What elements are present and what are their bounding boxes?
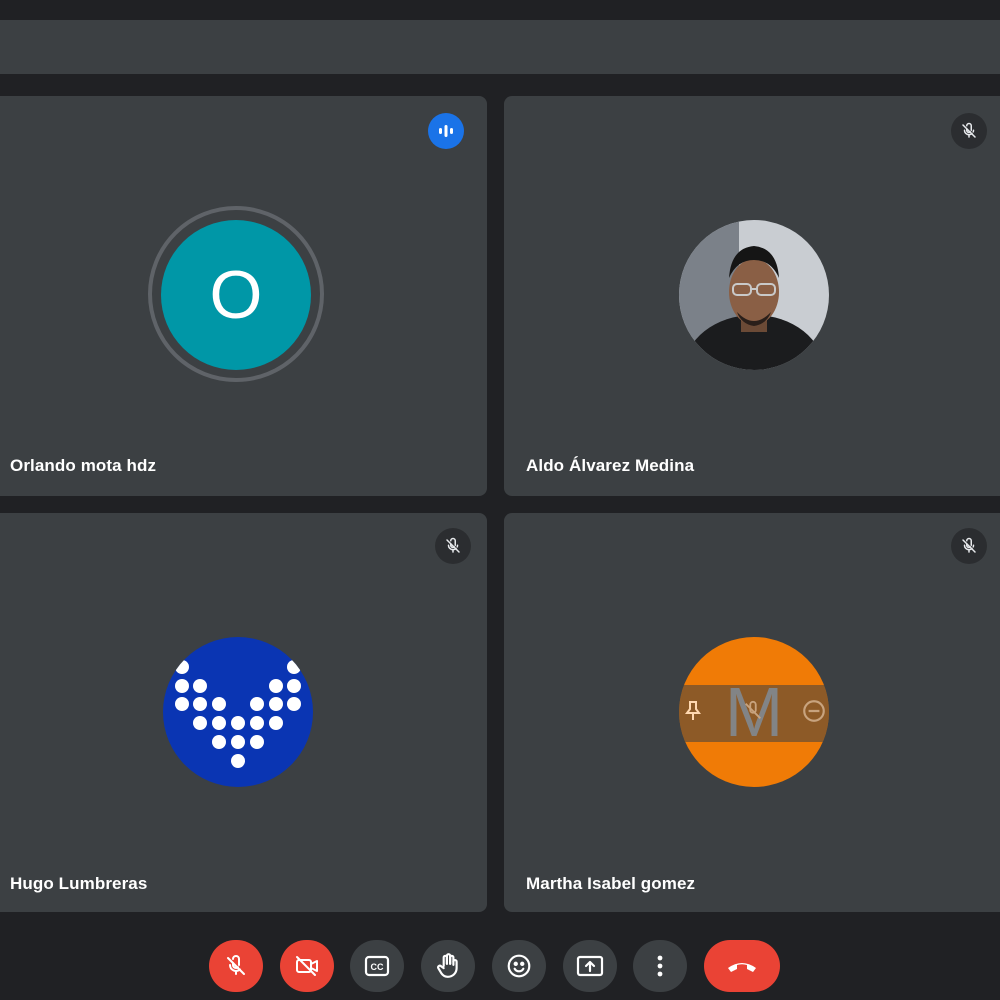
- participant-tile[interactable]: Hugo Lumbreras: [0, 513, 487, 912]
- dot-logo-avatar: [163, 637, 313, 787]
- svg-text:CC: CC: [371, 962, 384, 972]
- end-call-button[interactable]: [704, 940, 780, 992]
- more-options-button[interactable]: [633, 940, 687, 992]
- avatar: O: [161, 220, 311, 370]
- reactions-button[interactable]: [492, 940, 546, 992]
- present-icon: [576, 955, 604, 977]
- captions-button[interactable]: CC: [350, 940, 404, 992]
- cc-icon: CC: [364, 955, 390, 977]
- pin-icon[interactable]: [681, 699, 705, 728]
- present-button[interactable]: [563, 940, 617, 992]
- camera-off-icon: [296, 956, 318, 976]
- participant-tile[interactable]: M Martha Isabel gomez: [504, 513, 1000, 912]
- raise-hand-button[interactable]: [421, 940, 475, 992]
- hand-icon: [437, 953, 458, 978]
- participant-tile[interactable]: Aldo Álvarez Medina: [504, 96, 1000, 496]
- mic-off-icon: [951, 113, 987, 149]
- more-vert-icon: [657, 955, 663, 977]
- participant-name: Orlando mota hdz: [10, 456, 157, 475]
- mic-off-icon: [227, 955, 245, 975]
- tile-hover-controls: [679, 685, 829, 742]
- mic-off-icon: [435, 528, 471, 564]
- phone-hangup-icon: [728, 963, 756, 972]
- mute-participant-icon[interactable]: [742, 699, 764, 728]
- participant-name: Martha Isabel gomez: [526, 874, 696, 893]
- avatar-photo: [679, 220, 829, 370]
- mic-off-button[interactable]: [209, 940, 263, 992]
- participant-name: Aldo Álvarez Medina: [526, 456, 695, 475]
- speaking-indicator-icon: [428, 113, 464, 149]
- top-bar: [0, 20, 1000, 74]
- emoji-icon: [507, 954, 531, 978]
- participant-tile[interactable]: O Orlando mota hdz: [0, 96, 487, 496]
- avatar-initial: O: [209, 257, 263, 333]
- avatar: M: [679, 637, 829, 787]
- participant-name: Hugo Lumbreras: [10, 874, 148, 893]
- remove-participant-icon[interactable]: [801, 698, 827, 729]
- mic-off-icon: [951, 528, 987, 564]
- camera-off-button[interactable]: [280, 940, 334, 992]
